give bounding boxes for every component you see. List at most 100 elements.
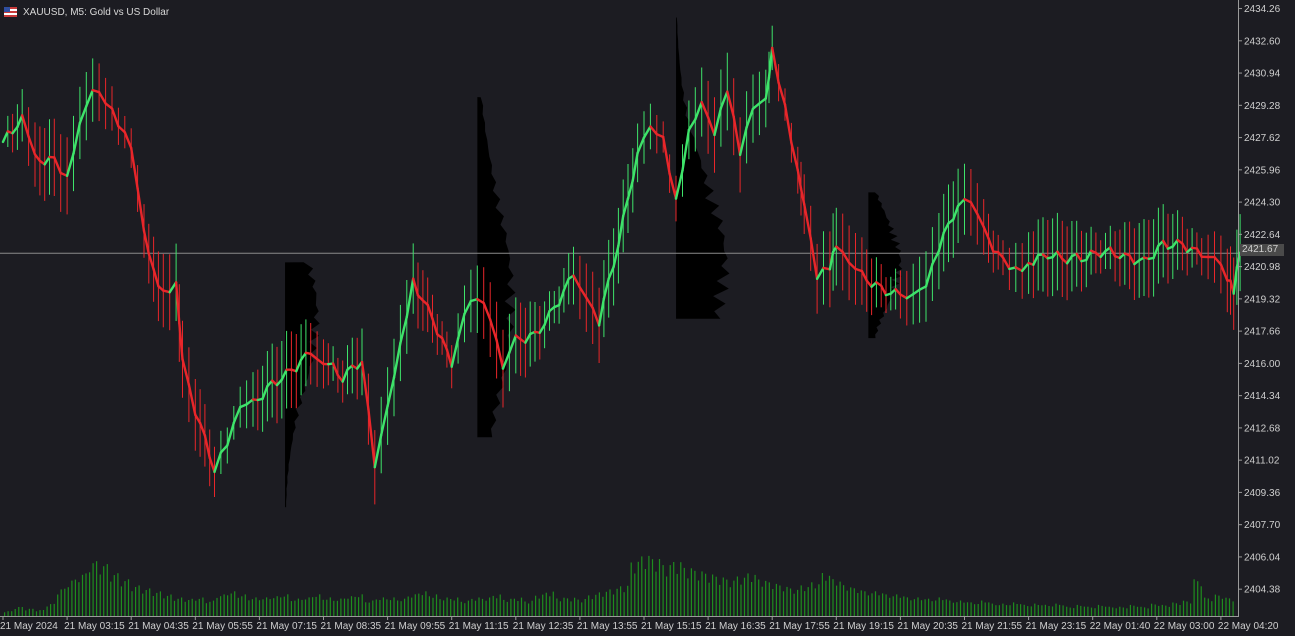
volume-bar	[234, 591, 236, 616]
volume-bar	[124, 581, 126, 616]
volume-bar	[991, 603, 993, 616]
price-segment	[110, 107, 120, 128]
volume-bar	[949, 600, 951, 616]
volume-bar	[839, 581, 841, 616]
volume-bar	[743, 577, 746, 616]
volume-bar	[269, 599, 271, 616]
volume-bar	[1197, 581, 1199, 616]
volume-bar	[81, 574, 84, 616]
price-segment	[72, 121, 82, 155]
volume-bar	[230, 593, 232, 616]
volume-bar	[1108, 606, 1110, 616]
volume-bar	[173, 600, 176, 616]
volume-bar	[945, 599, 947, 616]
volume-bar	[481, 598, 484, 616]
volume-bar	[1200, 586, 1202, 616]
volume-bar	[411, 597, 413, 616]
volume-bar	[42, 610, 45, 616]
volume-bar	[928, 598, 930, 616]
volume-bar	[998, 605, 1000, 616]
volume-bar	[404, 598, 406, 616]
x-tick-label: 21 May 15:15	[641, 621, 702, 632]
price-segment	[847, 261, 857, 271]
volume-bar	[563, 597, 565, 616]
volume-bar	[443, 600, 445, 616]
volume-bar	[680, 562, 682, 616]
price-segment	[1161, 239, 1170, 250]
volume-bar	[1161, 604, 1163, 616]
volume-bar	[329, 597, 331, 616]
y-tick-label: 2419.32	[1244, 294, 1281, 305]
volume-bar	[524, 601, 526, 616]
volume-bar	[57, 594, 59, 616]
price-segment	[982, 225, 990, 240]
price-segment	[1, 130, 10, 144]
price-segment	[147, 252, 155, 271]
volume-bar	[485, 600, 487, 616]
volume-bar	[446, 597, 448, 616]
x-tick-label: 21 May 03:15	[64, 621, 125, 632]
volume-bar	[772, 589, 774, 616]
volume-bar	[765, 580, 767, 616]
price-segment	[706, 116, 716, 137]
volume-bar	[60, 589, 62, 616]
volume-bar	[694, 570, 696, 616]
volume-bar	[46, 606, 48, 616]
volume-bar	[705, 573, 707, 616]
volume-bar	[358, 597, 360, 616]
volume-bar	[304, 599, 307, 616]
volume-bar	[389, 600, 392, 616]
volume-bar	[726, 579, 728, 616]
y-tick-label: 2420.98	[1244, 262, 1281, 273]
volume-bar	[970, 602, 972, 616]
price-segment	[924, 262, 934, 288]
volume-bar	[853, 588, 855, 616]
volume-bar	[719, 584, 721, 616]
price-segment	[1021, 261, 1030, 273]
price-segment	[142, 229, 151, 255]
volume-bar	[588, 595, 590, 616]
volume-bar	[800, 585, 802, 616]
volume-bar	[1218, 595, 1220, 616]
volume-bar	[1016, 604, 1018, 616]
volume-bar	[701, 571, 703, 616]
volume-bar	[850, 587, 852, 616]
volume-bar	[333, 600, 335, 616]
y-tick-label: 2409.36	[1244, 488, 1281, 499]
price-chart[interactable]: 2434.26 2432.60 2430.94 2429.28 2427.62 2425.…	[0, 0, 1295, 636]
volume-bar	[864, 591, 866, 616]
price-segment	[198, 421, 207, 437]
volume-bar	[64, 588, 66, 616]
price-segment	[572, 274, 582, 289]
x-tick-label: 21 May 04:35	[128, 621, 189, 632]
price-segment	[668, 172, 678, 200]
price-segment	[456, 312, 466, 340]
volume-bar	[531, 600, 533, 616]
volume-bar	[1002, 603, 1004, 616]
volume-bar	[818, 584, 820, 616]
price-segment	[771, 46, 780, 84]
volume-bar	[372, 600, 374, 616]
volume-bar	[832, 579, 834, 616]
volume-bar	[1179, 605, 1181, 616]
volume-bar	[644, 569, 646, 616]
volume-bar	[386, 599, 388, 616]
price-segment	[809, 237, 819, 280]
volume-bar	[736, 576, 738, 616]
volume-bar	[322, 599, 324, 616]
volume-bar	[1175, 603, 1177, 616]
volume-bar	[450, 599, 452, 616]
price-segment	[726, 90, 735, 118]
volume-bar	[1094, 608, 1096, 616]
volume-bar	[343, 598, 346, 616]
volume-bar	[432, 597, 434, 616]
price-segment	[1075, 252, 1083, 263]
volume-bar	[152, 596, 154, 616]
volume-bar	[535, 595, 537, 616]
price-segment	[987, 237, 995, 253]
volume-bar	[241, 596, 243, 616]
volume-bar	[145, 590, 147, 616]
x-tick-label: 21 May 19:15	[833, 621, 894, 632]
volume-bar	[198, 598, 200, 616]
volume-bar	[425, 591, 427, 616]
